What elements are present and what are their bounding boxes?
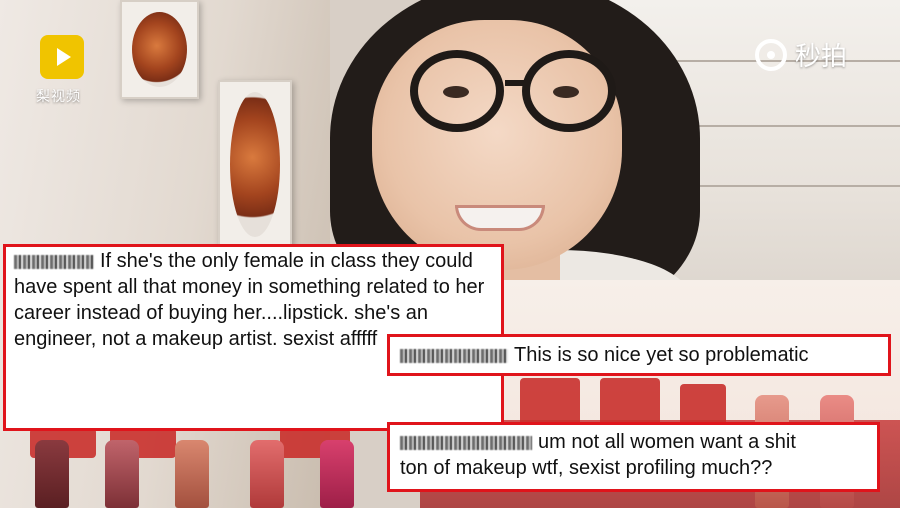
- lipstick: [320, 440, 354, 508]
- blurred-username: [400, 435, 532, 450]
- lipstick: [105, 440, 139, 508]
- pear-play-icon: [57, 48, 71, 66]
- comment-box: um not all women want a shit ton of make…: [387, 422, 880, 492]
- lipstick: [250, 440, 284, 508]
- eye-right: [553, 86, 579, 98]
- miaopai-logo: 秒拍: [755, 36, 847, 73]
- eye-left: [443, 86, 469, 98]
- ceiling-seam: [690, 185, 900, 187]
- food-picture-frame: [218, 80, 292, 249]
- pear-video-logo: [40, 35, 84, 79]
- camera-ring-icon: [755, 38, 787, 71]
- comment-text-line-2: ton of makeup wtf, sexist profiling much…: [400, 457, 773, 479]
- pear-video-label: 梨视频: [36, 88, 81, 104]
- smile: [455, 205, 545, 231]
- lipstick: [175, 440, 209, 508]
- glasses-bridge: [505, 80, 529, 86]
- comment-text-line-1: um not all women want a shit: [538, 431, 796, 453]
- blurred-username: [400, 348, 508, 363]
- blurred-username: [14, 254, 94, 269]
- comment-text: This is so nice yet so problematic: [514, 344, 809, 366]
- food-picture-frame: [120, 0, 199, 99]
- miaopai-label: 秒拍: [795, 41, 848, 71]
- lipstick: [35, 440, 69, 508]
- comment-box: This is so nice yet so problematic: [387, 334, 891, 376]
